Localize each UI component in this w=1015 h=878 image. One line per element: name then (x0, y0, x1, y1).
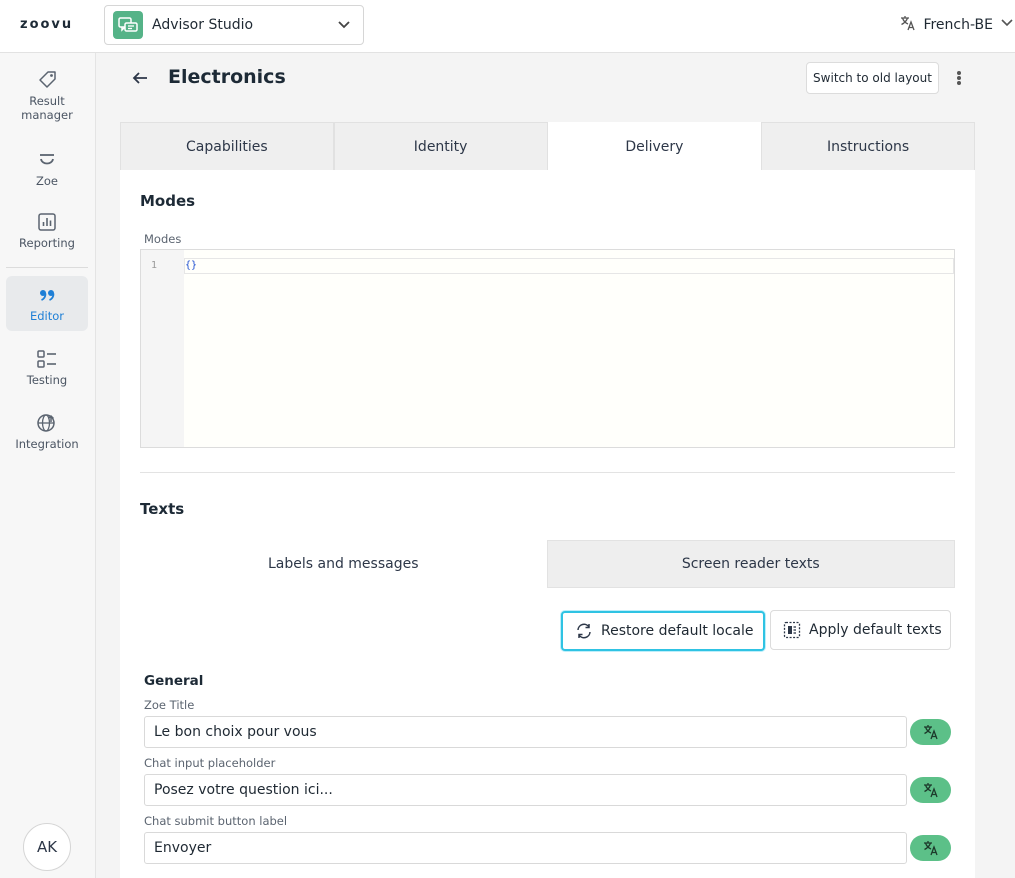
tab-bar: Capabilities Identity Delivery Instructi… (120, 122, 975, 170)
delivery-panel: Modes Modes 1 {} Texts Labels and messag… (120, 170, 975, 878)
language-selector[interactable]: French-BE (899, 14, 1015, 36)
chat-submit-label-label: Chat submit button label (144, 814, 288, 828)
zoe-title-input[interactable]: Le bon choix pour vous (144, 716, 907, 748)
sidebar-item-label: Zoe (36, 174, 58, 188)
translate-icon (923, 841, 938, 856)
translate-icon (899, 14, 917, 36)
translate-button[interactable] (910, 719, 951, 745)
sidebar-item-label: Reporting (19, 236, 75, 250)
zoovu-logo[interactable]: zoovu (20, 17, 73, 32)
code-gutter: 1 (141, 250, 184, 447)
tab-identity[interactable]: Identity (333, 122, 548, 170)
page-title: Electronics (168, 66, 286, 88)
sidebar-item-zoe[interactable]: Zoe (6, 149, 88, 189)
restore-button-label: Restore default locale (601, 623, 754, 639)
globe-icon (36, 412, 58, 434)
subtab-screen-reader-texts[interactable]: Screen reader texts (546, 540, 955, 588)
chart-icon (37, 211, 57, 233)
modes-section-title: Modes (140, 192, 196, 210)
avatar[interactable]: AK (23, 823, 71, 871)
quote-icon (38, 284, 56, 306)
sidebar-divider (6, 267, 88, 268)
modes-field-label: Modes (144, 232, 182, 246)
sidebar-item-label: Editor (29, 309, 65, 323)
sidebar-item-editor[interactable]: Editor (6, 276, 88, 331)
refresh-icon (575, 622, 593, 640)
chevron-down-icon (999, 15, 1015, 35)
app-selector[interactable]: Advisor Studio (104, 5, 364, 45)
tab-instructions[interactable]: Instructions (761, 122, 975, 170)
sidebar-item-label: Integration (15, 437, 79, 451)
zoe-title-label: Zoe Title (144, 698, 195, 712)
chevron-down-icon (337, 17, 351, 37)
chat-bubbles-icon (113, 11, 143, 39)
sidebar: Result manager Zoe Reporting Editor Test… (0, 53, 96, 878)
tab-delivery[interactable]: Delivery (547, 122, 762, 170)
apply-default-texts-button[interactable]: Apply default texts (770, 610, 951, 650)
chat-input-placeholder-input[interactable]: Posez votre question ici... (144, 774, 907, 806)
app-selector-label: Advisor Studio (152, 17, 254, 33)
top-bar: zoovu Advisor Studio French-BE (0, 0, 1015, 53)
chat-input-placeholder-label: Chat input placeholder (144, 756, 276, 770)
tag-icon (37, 69, 57, 91)
translate-icon (923, 783, 938, 798)
sidebar-item-label: Testing (26, 373, 68, 387)
tab-capabilities[interactable]: Capabilities (120, 122, 334, 170)
line-number: 1 (151, 260, 158, 271)
sidebar-item-integration[interactable]: Integration (6, 412, 88, 452)
sidebar-item-label: Result manager (21, 94, 73, 122)
general-group-title: General (144, 673, 204, 689)
sidebar-item-reporting[interactable]: Reporting (6, 211, 88, 251)
zoe-icon (37, 149, 57, 171)
texts-subtab-bar: Labels and messages Screen reader texts (140, 540, 955, 588)
testing-icon (36, 348, 58, 370)
code-content: {} (185, 260, 198, 271)
active-line-highlight (184, 258, 954, 274)
section-divider (140, 472, 955, 473)
translate-icon (923, 725, 938, 740)
sidebar-item-result-manager[interactable]: Result manager (6, 69, 88, 127)
restore-default-locale-button[interactable]: Restore default locale (561, 611, 765, 651)
chat-submit-label-input[interactable]: Envoyer (144, 832, 907, 864)
subtab-labels-and-messages[interactable]: Labels and messages (140, 540, 547, 588)
back-arrow-icon[interactable] (130, 68, 150, 92)
sidebar-item-testing[interactable]: Testing (6, 348, 88, 388)
more-options-icon[interactable] (950, 68, 968, 88)
apply-texts-icon (783, 621, 801, 639)
texts-section-title: Texts (140, 500, 185, 518)
translate-button[interactable] (910, 777, 951, 803)
language-label: French-BE (923, 17, 993, 33)
modes-code-editor[interactable]: 1 {} (140, 249, 955, 448)
switch-layout-button[interactable]: Switch to old layout (806, 62, 939, 94)
translate-button[interactable] (910, 835, 951, 861)
apply-button-label: Apply default texts (809, 622, 942, 638)
